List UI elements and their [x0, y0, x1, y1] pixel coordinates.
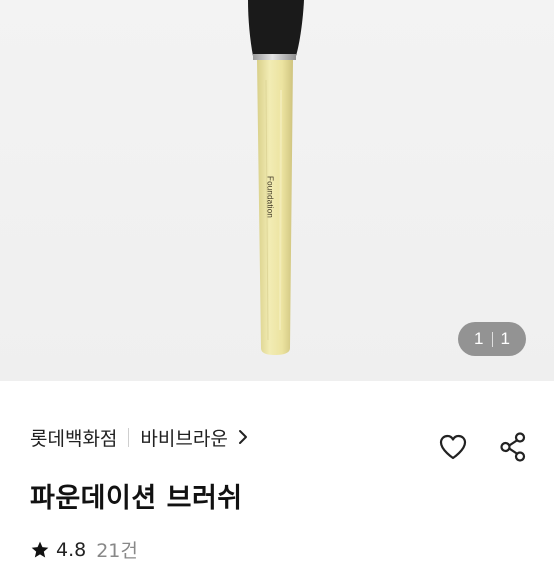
chevron-right-icon[interactable] — [238, 429, 248, 445]
product-image-gallery[interactable]: Foundation 1 1 — [0, 0, 554, 381]
pager-divider — [491, 331, 493, 347]
product-info-section — [0, 381, 554, 554]
current-page: 1 — [474, 329, 484, 348]
brand-link[interactable]: 바비브라운 — [140, 424, 227, 451]
breadcrumb-divider — [128, 427, 130, 447]
total-pages: 1 — [500, 329, 510, 348]
breadcrumb: 롯데백화점 바비브라운 — [30, 424, 248, 450]
review-count[interactable]: 21건 — [96, 536, 138, 563]
product-actions — [436, 430, 530, 464]
product-title: 파운데이션 브러쉬 — [30, 483, 243, 514]
product-rating[interactable]: 4.8 21건 — [30, 536, 138, 563]
store-link[interactable]: 롯데백화점 — [30, 424, 117, 451]
image-pager: 1 1 — [458, 322, 526, 356]
star-icon — [30, 540, 50, 560]
brush-imprint-text: Foundation — [265, 175, 275, 219]
rating-value: 4.8 — [56, 538, 87, 561]
share-icon[interactable] — [496, 430, 530, 464]
heart-icon[interactable] — [436, 430, 470, 464]
